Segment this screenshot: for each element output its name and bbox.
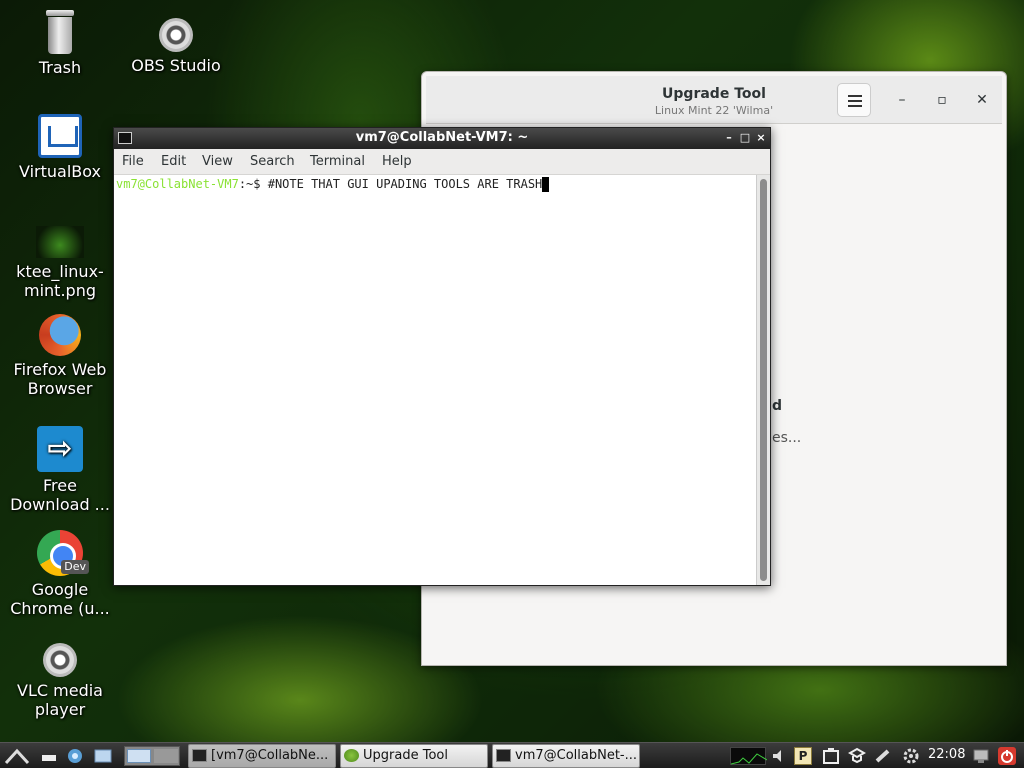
partial-heading-text: d <box>772 398 783 414</box>
shield-icon[interactable] <box>847 747 867 765</box>
desktop-icon-label: Trash <box>38 58 82 77</box>
taskbar-task-terminal-1[interactable]: [vm7@CollabNe... <box>188 744 336 768</box>
battery-icon[interactable] <box>822 747 840 765</box>
menu-edit[interactable]: Edit <box>161 154 186 169</box>
menu-terminal[interactable]: Terminal <box>310 154 365 169</box>
show-desktop-icon[interactable] <box>40 747 58 765</box>
maximize-icon[interactable]: ▫ <box>928 86 956 114</box>
terminal-line: vm7@CollabNet-VM7:~$ #NOTE THAT GUI UPAD… <box>116 177 550 192</box>
typed-command: #NOTE THAT GUI UPADING TOOLS ARE TRASH <box>267 177 543 191</box>
image-thumbnail-icon <box>36 226 84 258</box>
chrome-icon: Dev <box>37 530 89 576</box>
taskbar: [vm7@CollabNe... Upgrade Tool vm7@Collab… <box>0 742 1024 768</box>
clock[interactable]: 22:08 <box>928 747 965 762</box>
task-label: Upgrade Tool <box>363 748 448 763</box>
user-switch-icon[interactable] <box>972 747 990 765</box>
clipboard-p-icon[interactable]: P <box>794 747 812 765</box>
desktop-icon-label: ktee_linux-mint.png <box>16 262 104 300</box>
partial-body-text: es... <box>772 430 802 446</box>
upgrade-tool-icon <box>344 749 359 762</box>
maximize-icon[interactable]: □ <box>738 130 752 146</box>
desktop-icon-firefox[interactable]: Firefox Web Browser <box>6 314 114 398</box>
desktop-icon-label: VirtualBox <box>18 162 102 181</box>
menu-search[interactable]: Search <box>250 154 295 169</box>
menu-launcher-icon[interactable] <box>4 747 30 765</box>
virtualbox-icon <box>38 114 82 158</box>
volume-icon[interactable] <box>770 747 788 765</box>
download-manager-icon: ⇨ <box>37 426 83 472</box>
minimize-icon[interactable]: – <box>888 86 916 114</box>
desktop-icon-label: Free Download ... <box>10 476 110 514</box>
task-label: [vm7@CollabNe... <box>211 748 329 763</box>
trash-icon <box>45 10 75 54</box>
menu-view[interactable]: View <box>202 154 233 169</box>
prompt-suffix: :~$ <box>238 177 268 191</box>
desktop-icon-label: VLC media player <box>17 681 103 719</box>
desktop-icon-ktee-image[interactable]: ktee_linux-mint.png <box>6 226 114 300</box>
menu-file[interactable]: File <box>122 154 144 169</box>
terminal-window: vm7@CollabNet-VM7: ~ – □ × File Edit Vie… <box>113 127 771 586</box>
desktop-icon-google-chrome[interactable]: Dev Google Chrome (u... <box>6 530 114 618</box>
terminal-icon <box>192 749 207 762</box>
settings-gear-icon[interactable] <box>902 747 920 765</box>
gear-icon <box>43 643 77 677</box>
desktop-icon-label: Firefox Web Browser <box>13 360 107 398</box>
close-icon[interactable]: ✕ <box>968 86 996 114</box>
desktop-icon-obs-studio[interactable]: OBS Studio <box>122 18 230 75</box>
upgrade-tool-headerbar: Upgrade Tool Linux Mint 22 'Wilma' – ▫ ✕ <box>426 76 1002 124</box>
terminal-scrollbar[interactable] <box>756 175 770 585</box>
desktop-icon-label: OBS Studio <box>131 56 221 75</box>
terminal-titlebar[interactable]: vm7@CollabNet-VM7: ~ – □ × <box>114 128 770 149</box>
terminal-icon <box>496 749 511 762</box>
file-manager-icon[interactable] <box>94 747 112 765</box>
prompt-user: vm7@CollabNet-VM7 <box>116 177 239 191</box>
workspace-switcher[interactable] <box>124 746 180 766</box>
terminal-content[interactable]: vm7@CollabNet-VM7:~$ #NOTE THAT GUI UPAD… <box>114 175 756 585</box>
menu-help[interactable]: Help <box>382 154 412 169</box>
desktop-icon-free-download-manager[interactable]: ⇨ Free Download ... <box>6 426 114 514</box>
desktop-icon-vlc[interactable]: VLC media player <box>6 643 114 719</box>
task-label: vm7@CollabNet-... <box>515 748 638 763</box>
desktop-icon-trash[interactable]: Trash <box>6 10 114 77</box>
network-cable-icon[interactable] <box>874 747 892 765</box>
desktop-icon-virtualbox[interactable]: VirtualBox <box>6 114 114 181</box>
gear-icon <box>159 18 193 52</box>
text-cursor <box>542 177 550 192</box>
hamburger-menu-icon[interactable] <box>837 83 871 117</box>
terminal-menubar: File Edit View Search Terminal Help <box>114 149 770 175</box>
chrome-dev-badge: Dev <box>61 560 89 574</box>
scrollbar-thumb[interactable] <box>760 179 767 581</box>
window-title: vm7@CollabNet-VM7: ~ <box>355 130 529 145</box>
firefox-icon <box>39 314 81 356</box>
desktop-icon-label: Google Chrome (u... <box>10 580 110 618</box>
cpu-graph-icon[interactable] <box>730 747 768 765</box>
taskbar-task-upgrade-tool[interactable]: Upgrade Tool <box>340 744 488 768</box>
taskbar-task-terminal-2[interactable]: vm7@CollabNet-... <box>492 744 640 768</box>
minimize-icon[interactable]: – <box>722 130 736 146</box>
power-icon[interactable] <box>998 747 1016 765</box>
network-browser-icon[interactable] <box>66 747 84 765</box>
close-icon[interactable]: × <box>754 130 768 146</box>
